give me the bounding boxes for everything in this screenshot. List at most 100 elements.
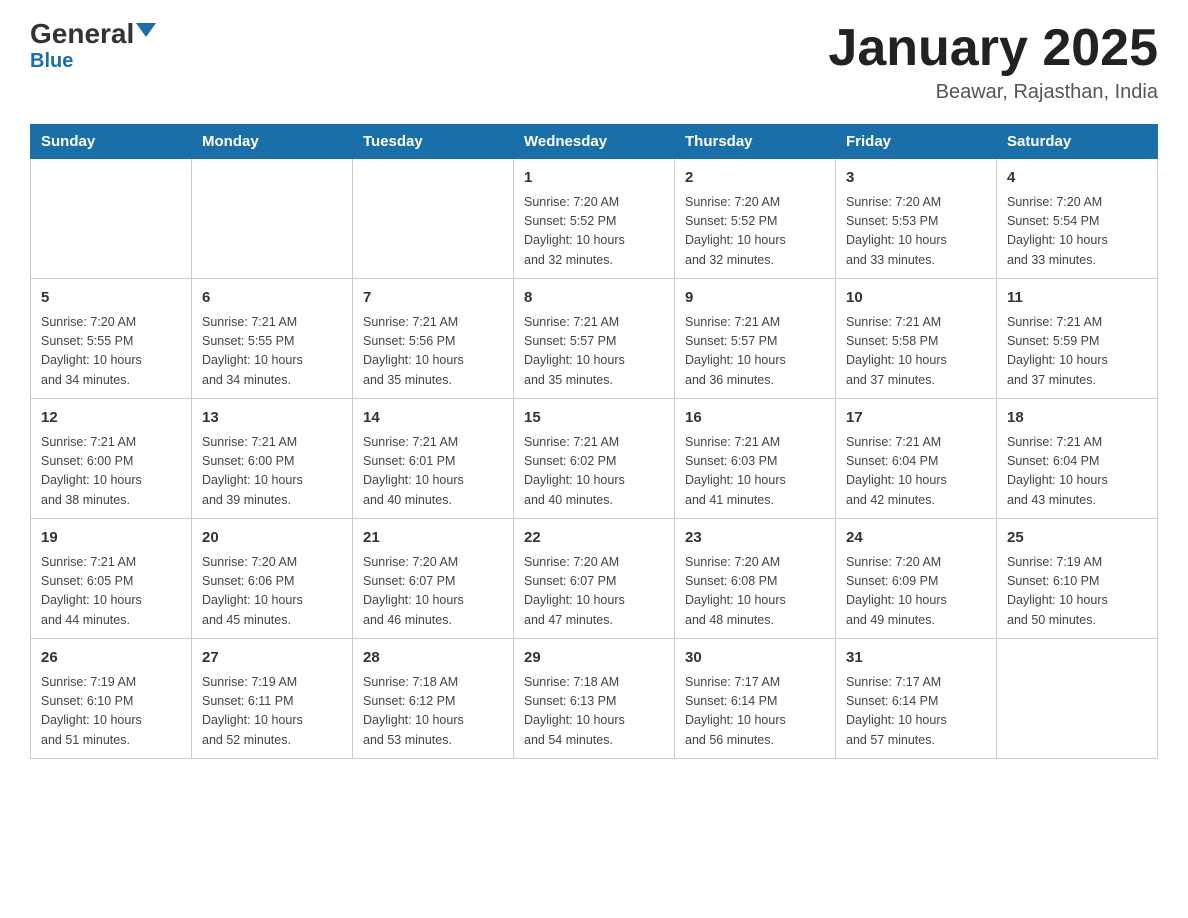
day-info: Sunrise: 7:20 AM Sunset: 6:08 PM Dayligh… — [685, 553, 825, 631]
calendar-cell: 1 Sunrise: 7:20 AM Sunset: 5:52 PM Daylig… — [514, 159, 675, 279]
calendar-cell: 23 Sunrise: 7:20 AM Sunset: 6:08 PM Dayli… — [675, 519, 836, 639]
calendar-cell: 21 Sunrise: 7:20 AM Sunset: 6:07 PM Dayli… — [353, 519, 514, 639]
calendar-week-row: 19 Sunrise: 7:21 AM Sunset: 6:05 PM Dayli… — [31, 519, 1158, 639]
day-info: Sunrise: 7:21 AM Sunset: 6:05 PM Dayligh… — [41, 553, 181, 631]
day-info: Sunrise: 7:18 AM Sunset: 6:13 PM Dayligh… — [524, 673, 664, 751]
day-number: 25 — [1007, 527, 1147, 550]
calendar-cell: 15Sunrise: 7:21 AM Sunset: 6:02 PM Dayli… — [514, 399, 675, 519]
day-info: Sunrise: 7:19 AM Sunset: 6:10 PM Dayligh… — [1007, 553, 1147, 631]
calendar-cell: 20 Sunrise: 7:20 AM Sunset: 6:06 PM Dayli… — [192, 519, 353, 639]
day-info: Sunrise: 7:20 AM Sunset: 5:53 PM Dayligh… — [846, 193, 986, 271]
day-number: 4 — [1007, 167, 1147, 190]
logo-triangle-icon — [136, 23, 156, 37]
calendar-cell: 29 Sunrise: 7:18 AM Sunset: 6:13 PM Dayli… — [514, 639, 675, 759]
calendar-cell: 8 Sunrise: 7:21 AM Sunset: 5:57 PM Daylig… — [514, 279, 675, 399]
calendar-cell: 7 Sunrise: 7:21 AM Sunset: 5:56 PM Daylig… — [353, 279, 514, 399]
day-number: 23 — [685, 527, 825, 550]
day-number: 20 — [202, 527, 342, 550]
calendar-cell — [192, 159, 353, 279]
calendar-subtitle: Beawar, Rajasthan, India — [828, 81, 1158, 104]
day-number: 26 — [41, 647, 181, 670]
day-number: 29 — [524, 647, 664, 670]
calendar-cell: 10 Sunrise: 7:21 AM Sunset: 5:58 PM Dayli… — [836, 279, 997, 399]
day-info: Sunrise: 7:21 AM Sunset: 5:57 PM Dayligh… — [685, 313, 825, 391]
day-info: Sunrise: 7:20 AM Sunset: 6:07 PM Dayligh… — [363, 553, 503, 631]
day-number: 2 — [685, 167, 825, 190]
weekday-header-wednesday: Wednesday — [514, 125, 675, 159]
day-info: Sunrise: 7:21 AM Sunset: 6:00 PM Dayligh… — [41, 433, 181, 511]
day-info: Sunrise: 7:20 AM Sunset: 6:06 PM Dayligh… — [202, 553, 342, 631]
calendar-table: SundayMondayTuesdayWednesdayThursdayFrid… — [30, 124, 1158, 759]
day-info: Sunrise: 7:21 AM Sunset: 5:56 PM Dayligh… — [363, 313, 503, 391]
page-header: General Blue January 2025 Beawar, Rajast… — [30, 20, 1158, 104]
day-info: Sunrise: 7:20 AM Sunset: 5:52 PM Dayligh… — [685, 193, 825, 271]
calendar-cell: 9 Sunrise: 7:21 AM Sunset: 5:57 PM Daylig… — [675, 279, 836, 399]
weekday-header-row: SundayMondayTuesdayWednesdayThursdayFrid… — [31, 125, 1158, 159]
day-number: 30 — [685, 647, 825, 670]
day-info: Sunrise: 7:20 AM Sunset: 5:52 PM Dayligh… — [524, 193, 664, 271]
calendar-cell: 5 Sunrise: 7:20 AM Sunset: 5:55 PM Daylig… — [31, 279, 192, 399]
day-number: 1 — [524, 167, 664, 190]
calendar-cell: 24Sunrise: 7:20 AM Sunset: 6:09 PM Dayli… — [836, 519, 997, 639]
day-info: Sunrise: 7:21 AM Sunset: 5:58 PM Dayligh… — [846, 313, 986, 391]
calendar-cell: 28 Sunrise: 7:18 AM Sunset: 6:12 PM Dayli… — [353, 639, 514, 759]
day-info: Sunrise: 7:20 AM Sunset: 6:09 PM Dayligh… — [846, 553, 986, 631]
calendar-title: January 2025 — [828, 20, 1158, 77]
day-info: Sunrise: 7:21 AM Sunset: 6:04 PM Dayligh… — [1007, 433, 1147, 511]
calendar-cell: 27Sunrise: 7:19 AM Sunset: 6:11 PM Dayli… — [192, 639, 353, 759]
day-info: Sunrise: 7:21 AM Sunset: 6:04 PM Dayligh… — [846, 433, 986, 511]
day-info: Sunrise: 7:21 AM Sunset: 6:01 PM Dayligh… — [363, 433, 503, 511]
day-info: Sunrise: 7:19 AM Sunset: 6:10 PM Dayligh… — [41, 673, 181, 751]
day-number: 14 — [363, 407, 503, 430]
weekday-header-sunday: Sunday — [31, 125, 192, 159]
logo-general-text: General — [30, 20, 134, 48]
logo: General Blue — [30, 20, 156, 73]
day-info: Sunrise: 7:20 AM Sunset: 6:07 PM Dayligh… — [524, 553, 664, 631]
day-info: Sunrise: 7:19 AM Sunset: 6:11 PM Dayligh… — [202, 673, 342, 751]
day-number: 21 — [363, 527, 503, 550]
weekday-header-saturday: Saturday — [997, 125, 1158, 159]
day-number: 19 — [41, 527, 181, 550]
day-info: Sunrise: 7:20 AM Sunset: 5:54 PM Dayligh… — [1007, 193, 1147, 271]
calendar-cell: 3 Sunrise: 7:20 AM Sunset: 5:53 PM Daylig… — [836, 159, 997, 279]
calendar-cell: 25 Sunrise: 7:19 AM Sunset: 6:10 PM Dayli… — [997, 519, 1158, 639]
calendar-cell — [353, 159, 514, 279]
day-number: 16 — [685, 407, 825, 430]
calendar-cell: 16Sunrise: 7:21 AM Sunset: 6:03 PM Dayli… — [675, 399, 836, 519]
calendar-cell: 4 Sunrise: 7:20 AM Sunset: 5:54 PM Daylig… — [997, 159, 1158, 279]
day-number: 9 — [685, 287, 825, 310]
day-info: Sunrise: 7:21 AM Sunset: 5:57 PM Dayligh… — [524, 313, 664, 391]
day-number: 3 — [846, 167, 986, 190]
calendar-cell: 2 Sunrise: 7:20 AM Sunset: 5:52 PM Daylig… — [675, 159, 836, 279]
day-number: 8 — [524, 287, 664, 310]
day-number: 11 — [1007, 287, 1147, 310]
day-number: 31 — [846, 647, 986, 670]
calendar-cell — [997, 639, 1158, 759]
calendar-week-row: 5 Sunrise: 7:20 AM Sunset: 5:55 PM Daylig… — [31, 279, 1158, 399]
day-info: Sunrise: 7:18 AM Sunset: 6:12 PM Dayligh… — [363, 673, 503, 751]
day-number: 28 — [363, 647, 503, 670]
day-info: Sunrise: 7:21 AM Sunset: 5:59 PM Dayligh… — [1007, 313, 1147, 391]
weekday-header-thursday: Thursday — [675, 125, 836, 159]
calendar-week-row: 1 Sunrise: 7:20 AM Sunset: 5:52 PM Daylig… — [31, 159, 1158, 279]
day-number: 15 — [524, 407, 664, 430]
day-number: 17 — [846, 407, 986, 430]
calendar-cell: 17 Sunrise: 7:21 AM Sunset: 6:04 PM Dayli… — [836, 399, 997, 519]
day-number: 10 — [846, 287, 986, 310]
day-number: 7 — [363, 287, 503, 310]
calendar-cell: 31Sunrise: 7:17 AM Sunset: 6:14 PM Dayli… — [836, 639, 997, 759]
day-info: Sunrise: 7:20 AM Sunset: 5:55 PM Dayligh… — [41, 313, 181, 391]
title-section: January 2025 Beawar, Rajasthan, India — [828, 20, 1158, 104]
day-info: Sunrise: 7:17 AM Sunset: 6:14 PM Dayligh… — [685, 673, 825, 751]
day-number: 13 — [202, 407, 342, 430]
day-number: 22 — [524, 527, 664, 550]
day-number: 5 — [41, 287, 181, 310]
calendar-cell: 19 Sunrise: 7:21 AM Sunset: 6:05 PM Dayli… — [31, 519, 192, 639]
weekday-header-tuesday: Tuesday — [353, 125, 514, 159]
calendar-cell: 11 Sunrise: 7:21 AM Sunset: 5:59 PM Dayli… — [997, 279, 1158, 399]
calendar-cell: 6Sunrise: 7:21 AM Sunset: 5:55 PM Daylig… — [192, 279, 353, 399]
calendar-cell: 18 Sunrise: 7:21 AM Sunset: 6:04 PM Dayli… — [997, 399, 1158, 519]
day-number: 18 — [1007, 407, 1147, 430]
calendar-cell: 26 Sunrise: 7:19 AM Sunset: 6:10 PM Dayli… — [31, 639, 192, 759]
calendar-cell: 30 Sunrise: 7:17 AM Sunset: 6:14 PM Dayli… — [675, 639, 836, 759]
